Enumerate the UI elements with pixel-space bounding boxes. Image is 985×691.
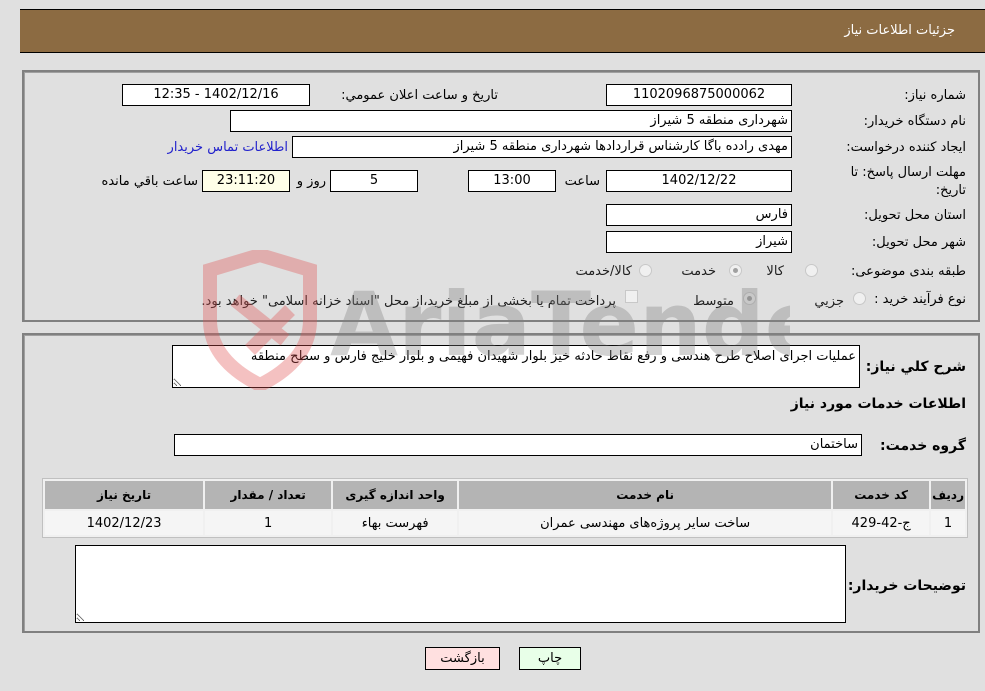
city-label: شهر محل تحویل: xyxy=(871,235,966,250)
col-header-name: نام خدمت xyxy=(459,481,832,509)
page-header: جزئیات اطلاعات نیاز xyxy=(20,9,985,53)
buyer-org-label: نام دستگاه خريدار: xyxy=(863,114,966,129)
buyer-contact-link[interactable]: اطلاعات تماس خریدار xyxy=(168,140,288,155)
table-row: 1 ج-42-429 ساخت سایر پروژه‌های مهندسی عم… xyxy=(45,511,965,535)
deadline-time-label: ساعت xyxy=(564,174,600,189)
remaining-days-field: 5 xyxy=(330,170,418,192)
category-service-radio[interactable] xyxy=(729,264,742,277)
category-goods-service-label: کالا/خدمت xyxy=(575,264,632,279)
services-section-title: اطلاعات خدمات مورد نیاز xyxy=(790,396,966,412)
deadline-time-field: 13:00 xyxy=(468,170,556,192)
days-label: روز و xyxy=(296,174,326,189)
col-header-row: ردیف xyxy=(931,481,965,509)
remaining-time-field: 23:11:20 xyxy=(202,170,290,192)
service-group-field: ساختمان xyxy=(174,434,862,456)
service-group-label: گروه خدمت: xyxy=(880,438,966,454)
treasury-note: پرداخت تمام یا بخشی از مبلغ خرید،از محل … xyxy=(201,294,616,309)
requester-field: مهدی رادده باگا کارشناس قراردادها شهردار… xyxy=(292,136,792,158)
category-goods-radio[interactable] xyxy=(805,264,818,277)
buyer-notes-textarea[interactable] xyxy=(75,545,846,623)
services-table: ردیف کد خدمت نام خدمت واحد اندازه گیری ت… xyxy=(42,478,968,538)
buyer-notes-label: توضیحات خریدار: xyxy=(847,578,966,594)
remaining-time-label: ساعت باقي مانده xyxy=(101,174,198,189)
announce-datetime-field: 1402/12/16 - 12:35 xyxy=(122,84,310,106)
treasury-checkbox[interactable] xyxy=(625,290,638,303)
city-field: شیراز xyxy=(606,231,792,253)
category-label: طبقه بندی موضوعی: xyxy=(850,264,966,279)
purchase-type-label: نوع فرآیند خرید : xyxy=(874,292,966,307)
col-header-unit: واحد اندازه گیری xyxy=(333,481,458,509)
print-button[interactable]: چاپ xyxy=(519,647,581,670)
description-label: شرح كلي نياز: xyxy=(865,359,966,375)
col-header-need-date: تاریخ نیاز xyxy=(45,481,204,509)
buyer-org-field: شهرداری منطقه 5 شیراز xyxy=(230,110,792,132)
purchase-medium-radio[interactable] xyxy=(743,292,756,305)
category-goods-label: کالا xyxy=(766,264,784,279)
deadline-date-field: 1402/12/22 xyxy=(606,170,792,192)
description-textarea[interactable]: عملیات اجرای اصلاح طرح هندسی و رفع نقاط … xyxy=(172,345,860,388)
purchase-small-radio[interactable] xyxy=(853,292,866,305)
cell-quantity: 1 xyxy=(205,511,332,535)
col-header-code: کد خدمت xyxy=(833,481,930,509)
category-service-label: خدمت xyxy=(681,264,716,279)
services-panel: شرح كلي نياز: عملیات اجرای اصلاح طرح هند… xyxy=(22,333,980,633)
need-number-label: شماره نیاز: xyxy=(904,88,966,103)
table-header-row: ردیف کد خدمت نام خدمت واحد اندازه گیری ت… xyxy=(45,481,965,509)
province-field: فارس xyxy=(606,204,792,226)
requester-label: ایجاد کننده درخواست: xyxy=(846,140,966,155)
cell-need-date: 1402/12/23 xyxy=(45,511,204,535)
col-header-quantity: تعداد / مقدار xyxy=(205,481,332,509)
cell-service-code: ج-42-429 xyxy=(833,511,930,535)
cell-service-name: ساخت سایر پروژه‌های مهندسی عمران xyxy=(459,511,832,535)
category-goods-service-radio[interactable] xyxy=(639,264,652,277)
province-label: استان محل تحویل: xyxy=(864,208,966,223)
cell-unit: فهرست بهاء xyxy=(333,511,458,535)
deadline-label: مهلت ارسال پاسخ: تا تاریخ: xyxy=(850,165,966,198)
purchase-medium-label: متوسط xyxy=(693,294,734,309)
purchase-small-label: جزيي xyxy=(814,294,844,309)
announce-datetime-label: تاریخ و ساعت اعلان عمومي: xyxy=(341,88,498,103)
page-title: جزئیات اطلاعات نیاز xyxy=(844,23,955,38)
cell-row-number: 1 xyxy=(931,511,965,535)
back-button[interactable]: بازگشت xyxy=(425,647,500,670)
need-details-panel: شماره نیاز: 1102096875000062 تاریخ و ساع… xyxy=(22,70,980,322)
need-number-field: 1102096875000062 xyxy=(606,84,792,106)
